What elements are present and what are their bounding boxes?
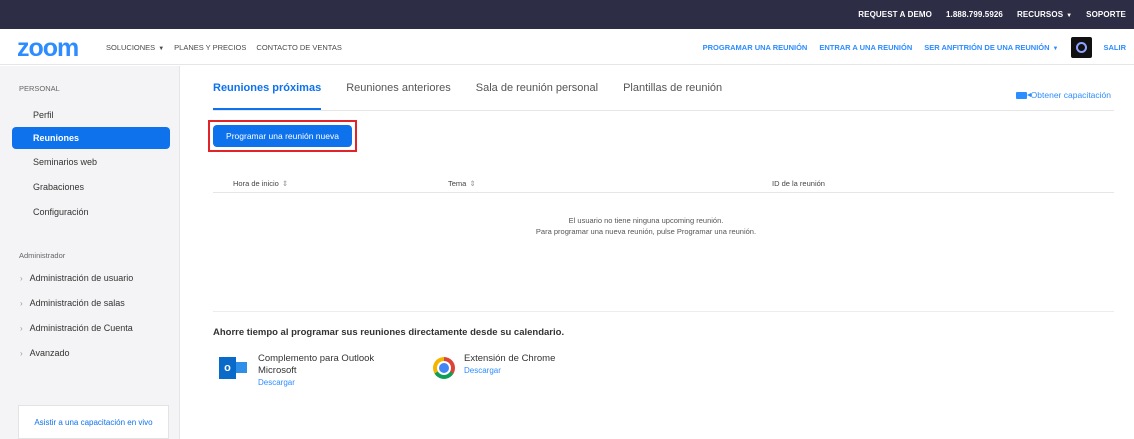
sidebar-item-label: Administración de usuario — [29, 273, 134, 283]
sidebar-item-settings[interactable]: Configuración — [12, 201, 170, 223]
avatar[interactable] — [1070, 36, 1092, 58]
sidebar-item-label: Grabaciones — [33, 182, 85, 192]
nav-left-links: SOLUCIONES ▼ PLANES Y PRECIOS CONTACTO DE… — [106, 29, 342, 65]
tab-personal-meeting-room[interactable]: Sala de reunión personal — [476, 66, 598, 110]
meeting-tabs: Reuniones próximas Reuniones anteriores … — [213, 66, 722, 110]
sidebar-item-label: Avanzado — [29, 348, 70, 358]
chevron-right-icon: › — [20, 323, 23, 333]
solutions-menu[interactable]: SOLUCIONES ▼ — [106, 43, 164, 52]
main-nav: zoom SOLUCIONES ▼ PLANES Y PRECIOS CONTAC… — [0, 29, 1134, 65]
sidebar: PERSONAL Perfil Reuniones Seminarios web… — [0, 66, 180, 439]
addon-name: Extensión de Chrome — [464, 353, 556, 364]
avatar-image — [1075, 41, 1087, 53]
column-topic[interactable]: Tema ⇕ — [448, 179, 476, 188]
sidebar-item-webinars[interactable]: Seminarios web — [12, 151, 170, 173]
chevron-right-icon: › — [20, 273, 23, 283]
chevron-down-icon: ▼ — [1066, 13, 1073, 19]
sidebar-item-label: Configuración — [33, 207, 89, 217]
calendar-section-title: Ahorre tiempo al programar sus reuniones… — [213, 327, 565, 338]
outlook-download-link[interactable]: Descargar — [258, 377, 374, 388]
tab-previous-meetings[interactable]: Reuniones anteriores — [346, 66, 451, 110]
request-demo-link[interactable]: REQUEST A DEMO — [858, 10, 932, 19]
chevron-right-icon: › — [20, 298, 23, 308]
sidebar-item-account-management[interactable]: › Administración de Cuenta — [20, 323, 133, 333]
chrome-extension-info: Extensión de Chrome Descargar — [464, 353, 555, 376]
get-training-label: Obtener capacitación — [1030, 90, 1111, 100]
get-training-link[interactable]: Obtener capacitación — [1015, 90, 1111, 100]
tabs-divider — [213, 110, 1114, 111]
zoom-logo[interactable]: zoom — [17, 34, 79, 63]
sidebar-item-advanced[interactable]: › Avanzado — [20, 348, 70, 358]
nav-right-links: PROGRAMAR UNA REUNIÓN ENTRAR A UNA REUNI… — [703, 29, 1126, 65]
sidebar-item-label: Administración de Cuenta — [29, 323, 133, 333]
sidebar-item-room-management[interactable]: › Administración de salas — [20, 298, 125, 308]
meetings-table-header: Hora de inicio ⇕ Tema ⇕ ID de la reunión — [213, 173, 1114, 193]
empty-state-line: El usuario no tiene ninguna upcoming reu… — [568, 216, 724, 225]
sidebar-item-label: Reuniones — [33, 133, 80, 143]
video-camera-icon — [1015, 91, 1031, 99]
chrome-download-link[interactable]: Descargar — [464, 365, 555, 376]
sidebar-section-personal: PERSONAL — [19, 84, 60, 93]
resources-menu[interactable]: RECURSOS ▼ — [1017, 10, 1072, 19]
column-label: Hora de inicio — [233, 179, 279, 188]
live-training-link[interactable]: Asistir a una capacitación en vivo — [18, 405, 169, 439]
chevron-right-icon: › — [20, 348, 23, 358]
sidebar-item-meetings[interactable]: Reuniones — [12, 127, 170, 149]
phone-number[interactable]: 1.888.799.5926 — [946, 10, 1003, 19]
contact-sales-link[interactable]: CONTACTO DE VENTAS — [256, 43, 341, 52]
schedule-meeting-link[interactable]: PROGRAMAR UNA REUNIÓN — [703, 43, 808, 52]
outlook-icon: o — [219, 357, 249, 381]
chevron-down-icon: ▼ — [1052, 45, 1059, 52]
sidebar-item-label: Seminarios web — [33, 157, 98, 167]
sort-icon: ⇕ — [469, 179, 476, 188]
chrome-icon — [433, 357, 455, 379]
host-meeting-menu[interactable]: SER ANFITRIÓN DE UNA REUNIÓN ▼ — [924, 43, 1058, 52]
outlook-addon: o Complemento para Outlook Microsoft Des… — [219, 353, 374, 388]
outlook-addon-info: Complemento para Outlook Microsoft Desca… — [258, 353, 374, 388]
sidebar-item-label: Perfil — [33, 110, 54, 120]
schedule-new-meeting-button[interactable]: Programar una reunión nueva — [213, 125, 352, 147]
chevron-down-icon: ▼ — [158, 45, 165, 52]
support-link[interactable]: SOPORTE — [1086, 10, 1126, 19]
sidebar-item-profile[interactable]: Perfil — [12, 104, 170, 126]
sidebar-item-user-management[interactable]: › Administración de usuario — [20, 273, 133, 283]
sidebar-item-label: Administración de salas — [29, 298, 125, 308]
addon-name: Microsoft — [258, 365, 297, 376]
sort-icon: ⇕ — [281, 179, 289, 188]
main-content: Reuniones próximas Reuniones anteriores … — [181, 66, 1134, 439]
chrome-extension: Extensión de Chrome Descargar — [433, 353, 555, 379]
column-meeting-id: ID de la reunión — [772, 179, 825, 188]
calendar-divider — [213, 311, 1114, 312]
join-meeting-link[interactable]: ENTRAR A UNA REUNIÓN — [819, 43, 912, 52]
plans-pricing-link[interactable]: PLANES Y PRECIOS — [174, 43, 246, 52]
top-utility-links: REQUEST A DEMO 1.888.799.5926 RECURSOS ▼ … — [858, 0, 1126, 29]
resources-label: RECURSOS — [1016, 10, 1064, 19]
empty-state-message: El usuario no tiene ninguna upcoming reu… — [446, 215, 846, 237]
tab-meeting-templates[interactable]: Plantillas de reunión — [623, 66, 722, 110]
sidebar-section-admin: Administrador — [19, 251, 66, 260]
sidebar-item-recordings[interactable]: Grabaciones — [12, 176, 170, 198]
solutions-label: SOLUCIONES — [106, 42, 156, 52]
column-label: Tema — [448, 179, 467, 188]
column-start-time[interactable]: Hora de inicio ⇕ — [233, 179, 288, 188]
signout-link[interactable]: SALIR — [1104, 43, 1127, 52]
outlook-letter: o — [219, 357, 236, 379]
top-utility-bar: REQUEST A DEMO 1.888.799.5926 RECURSOS ▼ … — [0, 0, 1134, 29]
addon-name: Complemento para Outlook — [258, 353, 375, 364]
tab-upcoming-meetings[interactable]: Reuniones próximas — [213, 66, 322, 110]
host-meeting-label: SER ANFITRIÓN DE UNA REUNIÓN — [924, 42, 1050, 52]
empty-state-line: Para programar una nueva reunión, pulse … — [535, 227, 757, 236]
